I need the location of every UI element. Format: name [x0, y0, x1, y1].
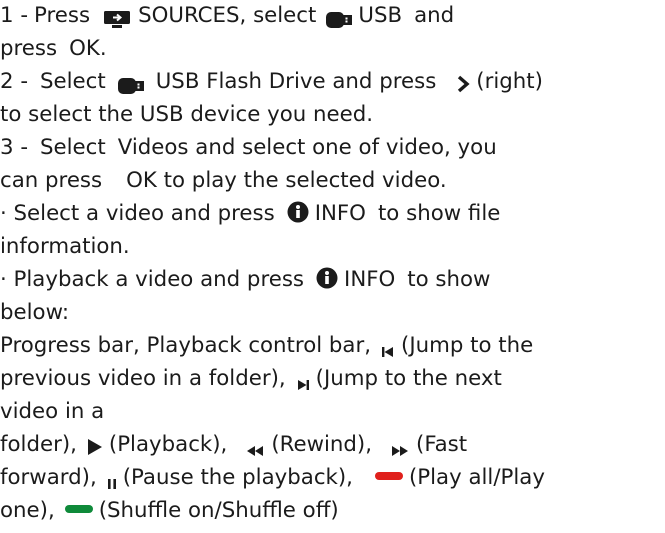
ok-label: OK	[69, 36, 100, 61]
controls-text-3: video in a	[0, 399, 105, 424]
step-1-select: , select	[239, 3, 317, 28]
step-3-line-1: 3 - Select Videos and select one of video,…	[0, 132, 497, 163]
step-1-number: 1 -	[0, 3, 29, 28]
step-2-line-2-text: to select the USB device you need.	[0, 102, 374, 127]
controls-line-2: previous video in a folder), (Jump to the…	[0, 363, 502, 394]
usb-label: USB	[358, 3, 403, 28]
controls-text-6a: one),	[0, 498, 55, 523]
bullet-1-tail: to show file	[377, 201, 501, 226]
chevron-right-icon	[456, 71, 470, 93]
step-1-line-1: 1 - Press SOURCES, select USB and	[0, 0, 454, 31]
bullet-2-line-2: below:	[0, 297, 69, 328]
info-icon	[287, 201, 309, 223]
skip-previous-icon	[381, 337, 395, 357]
play-icon	[87, 434, 103, 455]
usb-icon	[117, 72, 144, 94]
rewind-icon	[245, 436, 265, 456]
skip-next-icon	[296, 370, 310, 390]
usb-icon	[326, 6, 353, 28]
controls-text-5c: (Play all/Play	[408, 465, 545, 490]
step-3-number: 3 -	[0, 135, 29, 160]
step-2-number: 2 -	[0, 69, 29, 94]
info-label: INFO	[314, 201, 366, 226]
controls-text-1a: Progress bar, Playback control bar,	[0, 333, 372, 358]
red-color-key-icon	[374, 472, 403, 480]
controls-text-6b: (Shuffle on/Shuffle off)	[98, 498, 339, 523]
controls-text-4a: folder),	[0, 432, 77, 457]
step-2-select: Select	[40, 69, 106, 94]
controls-line-4: folder), (Playback), (Rewind), (Fast	[0, 429, 467, 460]
step-2-and-press: and press	[332, 69, 437, 94]
fast-forward-icon	[390, 436, 410, 456]
step-3-select: Select	[40, 135, 106, 160]
controls-text-4d: (Fast	[416, 432, 468, 457]
step-3-line-2: can press OK to play the selected video.	[0, 165, 447, 196]
controls-text-4c: (Rewind),	[271, 432, 373, 457]
bullet-1-text: · Select a video and press	[0, 201, 275, 226]
controls-line-6: one), (Shuffle on/Shuffle off)	[0, 495, 339, 526]
sources-label: SOURCES	[138, 3, 240, 28]
controls-line-1: Progress bar, Playback control bar, (Jump…	[0, 330, 533, 361]
pause-icon	[107, 469, 117, 489]
step-2-line-2: to select the USB device you need.	[0, 99, 373, 130]
bullet-2-line-2-text: below:	[0, 300, 69, 325]
sources-icon	[104, 6, 131, 28]
controls-line-3: video in a	[0, 396, 104, 427]
bullet-2-line-1: · Playback a video and press INFO to show	[0, 264, 490, 295]
manual-page: 1 - Press SOURCES, select USB and press OK. 2…	[0, 0, 665, 533]
bullet-2-text: · Playback a video and press	[0, 267, 305, 292]
step-3-rest-2: to play the selected video.	[163, 168, 447, 193]
info-label: INFO	[344, 267, 396, 292]
step-1-line-2: press OK.	[0, 33, 107, 64]
bullet-1-line-2: information.	[0, 231, 130, 262]
info-icon	[316, 267, 338, 289]
ok-label: OK	[126, 168, 157, 193]
step-1-press-2: press	[0, 36, 58, 61]
bullet-2-tail: to show	[407, 267, 491, 292]
right-label: (right)	[476, 69, 543, 94]
green-color-key-icon	[64, 505, 93, 513]
controls-text-2b: (Jump to the next	[315, 366, 502, 391]
bullet-1-line-1: · Select a video and press INFO to show fi…	[0, 198, 500, 229]
controls-text-1b: (Jump to the	[401, 333, 534, 358]
videos-label: Videos	[117, 135, 189, 160]
step-3-can-press: can press	[0, 168, 103, 193]
bullet-1-line-2-text: information.	[0, 234, 130, 259]
controls-text-5a: forward),	[0, 465, 97, 490]
controls-text-5b: (Pause the playback),	[122, 465, 353, 490]
step-3-rest: and select one of video, you	[195, 135, 497, 160]
step-1-press: Press	[34, 3, 91, 28]
step-1-and: and	[414, 3, 455, 28]
usb-flash-drive-label: USB Flash Drive	[155, 69, 326, 94]
controls-line-5: forward), (Pause the playback), (Play all/…	[0, 462, 545, 493]
step-2-line-1: 2 - Select USB Flash Drive and press (right…	[0, 66, 543, 97]
controls-text-4b: (Playback),	[108, 432, 228, 457]
controls-text-2a: previous video in a folder),	[0, 366, 286, 391]
step-1-period: .	[99, 36, 107, 61]
